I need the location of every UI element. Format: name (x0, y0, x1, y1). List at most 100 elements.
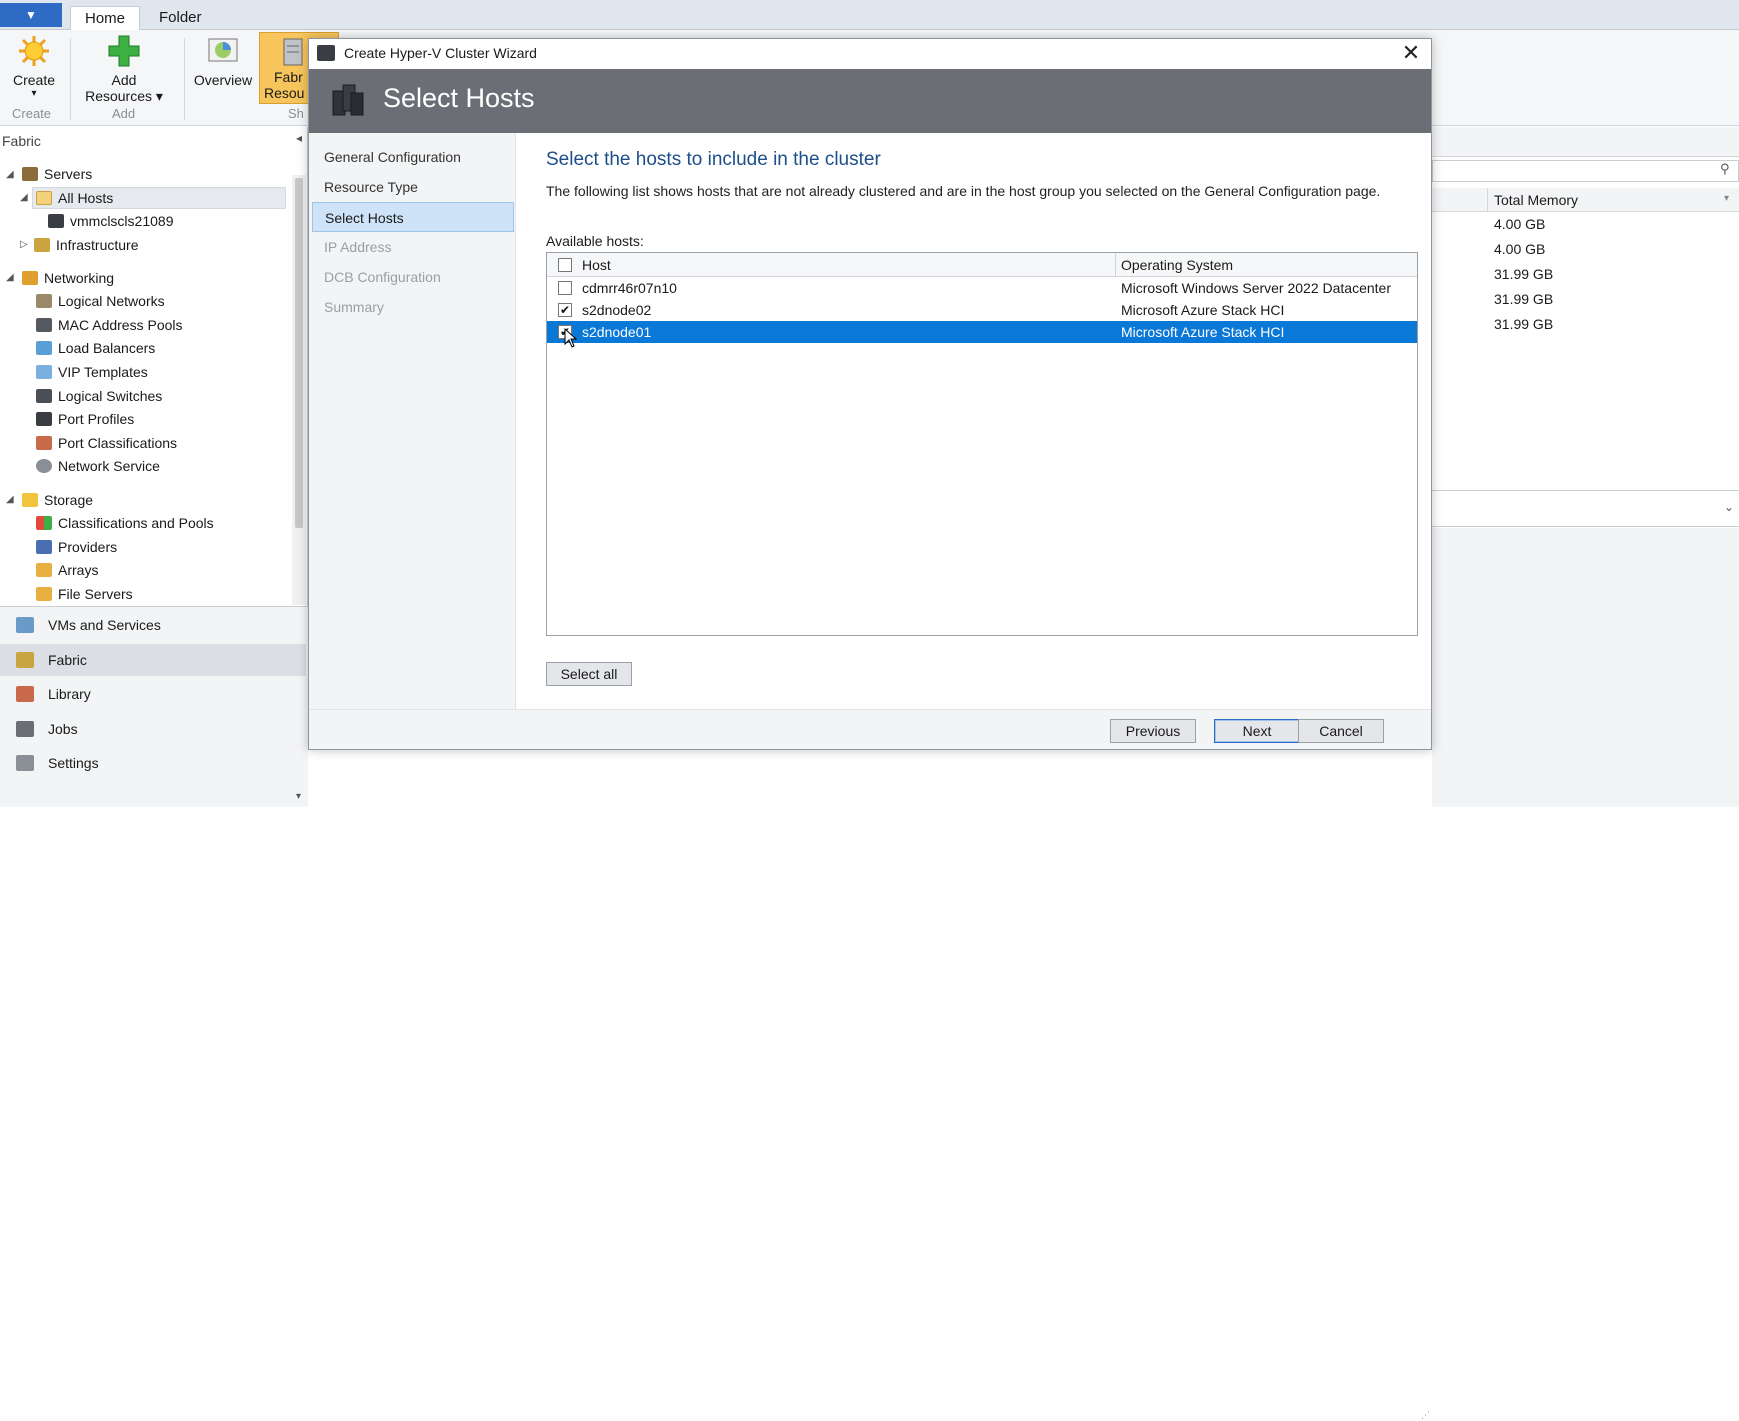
wizard-footer: Previous Next Cancel ⋰ (309, 709, 1431, 1420)
tree-label: Port Profiles (58, 411, 135, 427)
settings-icon (16, 755, 34, 771)
logical-network-icon (36, 294, 52, 308)
fabric-resources-label-1: Fabr (274, 69, 303, 85)
expand-toggle-icon[interactable]: ◢ (20, 192, 28, 203)
results-search-input[interactable] (1432, 160, 1739, 182)
column-divider[interactable] (1487, 188, 1488, 212)
column-header-total-memory[interactable]: Total Memory (1494, 192, 1578, 208)
step-general-configuration[interactable]: General Configuration (312, 142, 514, 172)
tree-label: Port Classifications (58, 435, 178, 451)
tree-item-providers[interactable]: Providers (36, 536, 117, 558)
workspace-settings[interactable]: Settings (0, 747, 306, 779)
details-pane (1432, 528, 1739, 807)
content-heading: Select the hosts to include in the clust… (546, 149, 881, 170)
host-row-selected[interactable]: ✔ s2dnode01 Microsoft Azure Stack HCI (547, 321, 1417, 343)
workspace-label: Fabric (48, 652, 87, 668)
servers-icon (22, 167, 38, 181)
cancel-button[interactable]: Cancel (1298, 719, 1384, 743)
create-button[interactable]: Create ▾ (8, 34, 60, 99)
details-pane-header (1432, 491, 1739, 527)
tree-label: vmmclscls21089 (70, 213, 174, 229)
wizard-app-icon (317, 45, 335, 61)
select-all-button[interactable]: Select all (546, 662, 632, 686)
expand-toggle-icon[interactable]: ◢ (6, 494, 14, 505)
tree-item-all-hosts[interactable]: All Hosts (36, 187, 113, 209)
grid-cell-memory: 31.99 GB (1494, 291, 1554, 307)
workspace-jobs[interactable]: Jobs (0, 713, 306, 745)
column-divider[interactable] (1115, 253, 1116, 277)
tree-item-load-balancers[interactable]: Load Balancers (36, 337, 155, 359)
tree-item-logical-networks[interactable]: Logical Networks (36, 290, 165, 312)
column-header-host[interactable]: Host (582, 257, 611, 273)
host-row[interactable]: ✔ s2dnode02 Microsoft Azure Stack HCI (547, 299, 1417, 321)
tab-home[interactable]: Home (70, 6, 141, 30)
workspace-vms-and-services[interactable]: VMs and Services (0, 609, 306, 641)
search-icon[interactable]: ⚲ (1720, 161, 1730, 177)
select-all-checkbox[interactable] (558, 258, 572, 272)
ribbon-separator (184, 38, 185, 120)
chevron-down-icon[interactable]: ⌄ (1724, 500, 1734, 514)
tree-label: Load Balancers (58, 340, 156, 356)
tree-item-storage[interactable]: Storage (22, 489, 93, 511)
sort-dropdown-icon[interactable]: ▾ (1724, 193, 1729, 204)
create-button-label: Create (12, 72, 56, 88)
storage-icon (22, 493, 38, 507)
overview-button[interactable]: Overview (191, 34, 255, 88)
workspace-overflow-icon[interactable]: ▾ (296, 791, 301, 802)
ribbon-tab-bar: ▼ Home Folder (0, 0, 1739, 30)
group-label-create: Create (12, 106, 52, 121)
tree-item-infrastructure[interactable]: Infrastructure (34, 234, 138, 256)
workspace-library[interactable]: Library (0, 678, 306, 710)
tree-item-file-servers[interactable]: File Servers (36, 583, 133, 605)
host-server-icon (48, 214, 64, 228)
wizard-content: Select the hosts to include in the clust… (516, 133, 1431, 709)
add-resources-label-2: Resources ▾ (85, 88, 163, 104)
tree-label: Storage (44, 492, 94, 508)
collapse-toggle-icon[interactable]: ▷ (20, 239, 28, 250)
collapse-pane-icon[interactable]: ◂ (296, 131, 302, 145)
app-menu-button[interactable]: ▼ (0, 3, 62, 27)
host-checkbox[interactable] (558, 281, 572, 295)
host-row[interactable]: cdmrr46r07n10 Microsoft Windows Server 2… (547, 277, 1417, 299)
grid-cell-memory: 4.00 GB (1494, 241, 1546, 257)
results-grid-header (1432, 188, 1739, 212)
tree-item-mac-address-pools[interactable]: MAC Address Pools (36, 314, 183, 336)
expand-toggle-icon[interactable]: ◢ (6, 272, 14, 283)
tree-item-servers[interactable]: Servers (22, 163, 92, 185)
tree-item-port-classifications[interactable]: Port Classifications (36, 432, 177, 454)
tree-item-host[interactable]: vmmclscls21089 (48, 210, 173, 232)
column-header-os[interactable]: Operating System (1121, 257, 1233, 273)
pie-chart-icon (208, 38, 238, 62)
classifications-icon (36, 516, 52, 530)
resize-grip-icon[interactable]: ⋰ (1421, 1410, 1430, 1421)
close-icon[interactable]: ✕ (1398, 41, 1424, 67)
host-os: Microsoft Windows Server 2022 Datacenter (1121, 280, 1391, 296)
tab-folder[interactable]: Folder (145, 6, 216, 30)
tree-label: MAC Address Pools (58, 317, 183, 333)
tree-scrollbar-thumb[interactable] (295, 178, 303, 528)
add-resources-button[interactable]: Add Resources ▾ (80, 34, 168, 105)
expand-toggle-icon[interactable]: ◢ (6, 169, 14, 180)
tree-item-network-service[interactable]: Network Service (36, 455, 160, 477)
tree-label: Arrays (58, 562, 99, 578)
next-button[interactable]: Next (1214, 719, 1300, 743)
tree-item-port-profiles[interactable]: Port Profiles (36, 408, 134, 430)
vip-template-icon (36, 365, 52, 379)
network-service-icon (36, 459, 52, 473)
tree-label: Infrastructure (56, 237, 139, 253)
workspace-label: VMs and Services (48, 617, 161, 633)
dialog-titlebar[interactable]: Create Hyper-V Cluster Wizard ✕ (309, 39, 1431, 69)
tree-item-arrays[interactable]: Arrays (36, 559, 98, 581)
tree-item-classifications-and-pools[interactable]: Classifications and Pools (36, 512, 214, 534)
tree-item-vip-templates[interactable]: VIP Templates (36, 361, 148, 383)
available-hosts-grid: Host Operating System cdmrr46r07n10 Micr… (546, 252, 1418, 636)
tree-item-networking[interactable]: Networking (22, 267, 114, 289)
host-checkbox[interactable]: ✔ (558, 303, 572, 317)
step-select-hosts[interactable]: Select Hosts (312, 202, 514, 232)
wizard-page-title: Select Hosts (383, 83, 535, 113)
previous-button[interactable]: Previous (1110, 719, 1196, 743)
workspace-fabric[interactable]: Fabric (0, 644, 306, 676)
step-resource-type[interactable]: Resource Type (312, 172, 514, 202)
tree-item-logical-switches[interactable]: Logical Switches (36, 385, 162, 407)
logical-switch-icon (36, 389, 52, 403)
